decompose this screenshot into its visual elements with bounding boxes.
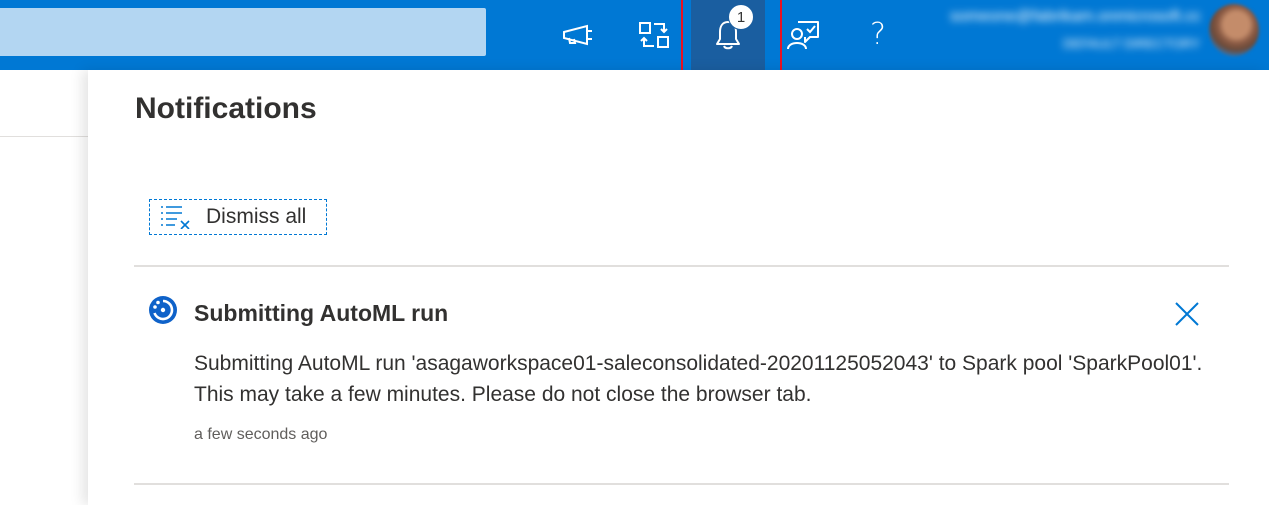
notification-timestamp: a few seconds ago [194, 426, 328, 443]
announcement-icon [563, 24, 592, 46]
feedback-button[interactable] [766, 0, 840, 70]
user-directory[interactable]: DEFAULT DIRECTORY [1055, 36, 1200, 56]
help-icon: ? [870, 17, 886, 52]
dismiss-all-button[interactable]: Dismiss all [149, 199, 327, 235]
top-bar: 1 ? someone@fabrikam.onmicrosoft.com DEF… [0, 0, 1269, 70]
notification-item: Submitting AutoML run Submitting AutoML … [134, 267, 1229, 483]
in-progress-icon [149, 296, 177, 324]
notifications-button[interactable]: 1 [691, 0, 765, 70]
panel-title: Notifications [135, 92, 317, 125]
dismiss-all-icon [161, 206, 190, 229]
user-email[interactable]: someone@fabrikam.onmicrosoft.com [950, 8, 1200, 30]
background-divider [0, 136, 88, 137]
feedback-icon [787, 21, 819, 50]
divider [134, 483, 1229, 485]
notification-count-badge: 1 [728, 4, 754, 30]
search-input[interactable] [0, 8, 486, 56]
close-icon[interactable] [1174, 301, 1200, 327]
help-button[interactable]: ? [841, 0, 915, 70]
notification-message: Submitting AutoML run 'asagaworkspace01-… [194, 352, 1203, 406]
dismiss-all-label: Dismiss all [206, 205, 307, 228]
avatar[interactable] [1209, 4, 1259, 56]
notifications-panel: Notifications Dismiss all Submitting Aut… [88, 70, 1269, 505]
announcement-button[interactable] [541, 0, 615, 70]
notification-title: Submitting AutoML run [194, 300, 449, 326]
directory-switch-icon [639, 22, 669, 48]
directory-switch-button[interactable] [617, 0, 691, 70]
